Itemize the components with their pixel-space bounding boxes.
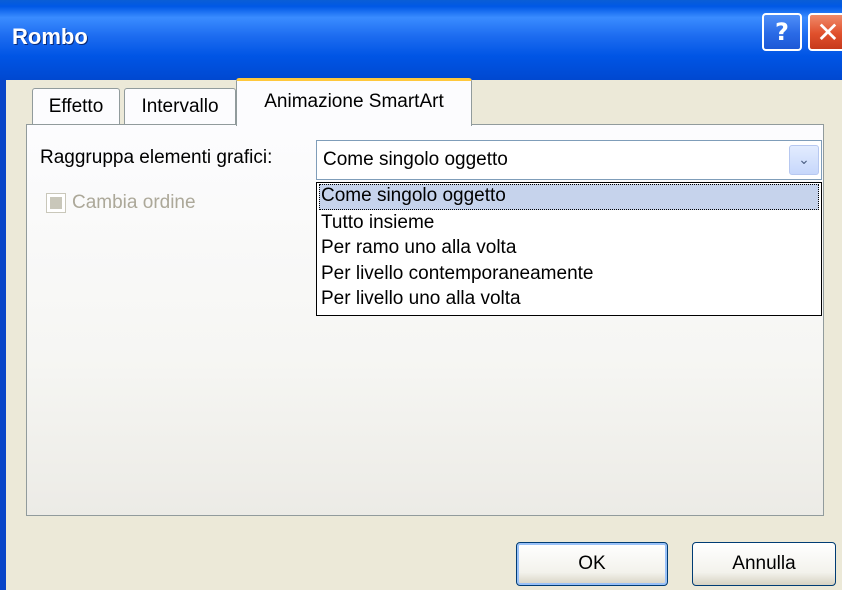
tab-label: Effetto	[48, 95, 104, 117]
checkbox-box[interactable]	[46, 193, 66, 213]
checkbox-indicator	[50, 197, 62, 209]
group-select-value: Come singolo oggetto	[323, 149, 508, 170]
window-title: Rombo	[12, 24, 88, 49]
dropdown-option[interactable]: Per livello contemporaneamente	[319, 262, 819, 288]
cancel-button-label: Annulla	[732, 553, 796, 574]
tab-intervallo[interactable]: Intervallo	[124, 88, 236, 124]
ok-button-label: OK	[578, 553, 606, 574]
dialog-window: Rombo ? ✕ Effetto Intervallo Animazione …	[0, 0, 842, 590]
tab-label: Animazione SmartArt	[264, 91, 444, 112]
ok-button[interactable]: OK	[516, 542, 668, 586]
tab-effetto[interactable]: Effetto	[32, 88, 120, 124]
help-icon[interactable]: ?	[762, 13, 802, 51]
dropdown-option[interactable]: Per ramo uno alla volta	[319, 236, 819, 262]
dropdown-list: Come singolo oggetto Tutto insieme Per r…	[316, 182, 822, 316]
dropdown-option[interactable]: Per livello uno alla volta	[319, 287, 819, 313]
tab-label: Intervallo	[141, 95, 219, 117]
title-bar[interactable]: Rombo ? ✕	[0, 0, 842, 80]
dropdown-option[interactable]: Come singolo oggetto	[319, 184, 819, 210]
checkbox-label: Cambia ordine	[72, 192, 196, 213]
group-select[interactable]: Come singolo oggetto ⌄	[316, 140, 822, 180]
group-label: Raggruppa elementi grafici:	[40, 147, 272, 169]
close-icon[interactable]: ✕	[808, 13, 842, 51]
group-label-text: Raggruppa elementi grafici:	[40, 147, 273, 168]
window-frame-left	[0, 80, 6, 590]
tab-animazione-smartart[interactable]: Animazione SmartArt	[236, 78, 472, 126]
cancel-button[interactable]: Annulla	[692, 542, 836, 586]
dropdown-option[interactable]: Tutto insieme	[319, 211, 819, 237]
chevron-down-icon[interactable]: ⌄	[789, 145, 819, 175]
cambia-ordine-checkbox[interactable]: Cambia ordine	[46, 192, 196, 214]
